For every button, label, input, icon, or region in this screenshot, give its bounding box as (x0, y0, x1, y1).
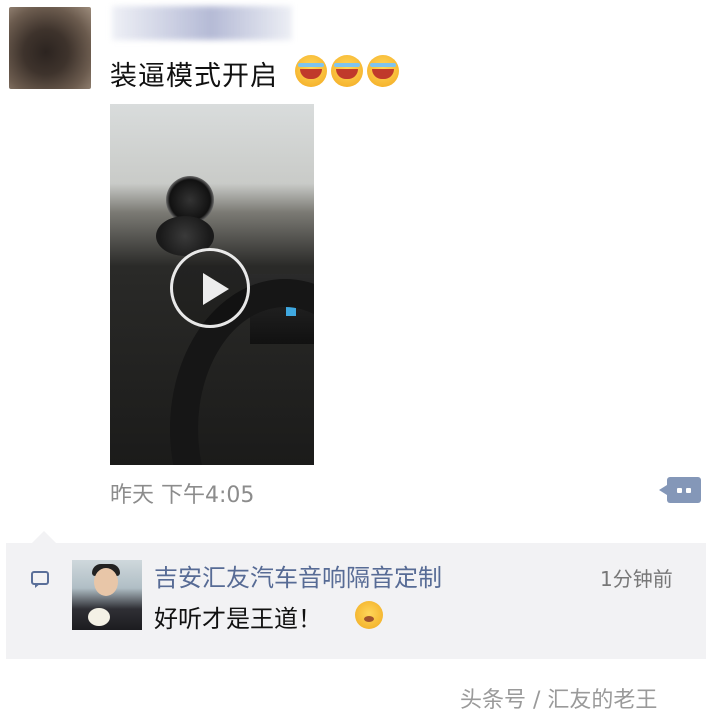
crying-laughing-icon (367, 55, 399, 87)
post-emoji-row (295, 55, 399, 87)
dot-icon (686, 488, 691, 493)
comment-icon (31, 571, 49, 588)
avatar-face-part (94, 568, 118, 596)
avatar-flowers-part (88, 608, 110, 626)
poster-avatar[interactable] (9, 7, 91, 89)
comment-text: 好听才是王道！ (154, 605, 322, 633)
comments-section: 吉安汇友汽车音响隔音定制 1分钟前 好听才是王道！ (6, 531, 706, 659)
crying-laughing-icon (295, 55, 327, 87)
commenter-avatar[interactable] (72, 560, 142, 630)
watermark: 头条号 / 汇友的老王 (460, 688, 658, 713)
crying-laughing-icon (331, 55, 363, 87)
commenter-name-link[interactable]: 吉安汇友汽车音响隔音定制 (154, 558, 442, 593)
comment-time: 1分钟前 (600, 567, 673, 591)
post-text: 装逼模式开启 (110, 61, 278, 92)
grin-icon (355, 601, 383, 629)
more-options-button[interactable] (659, 477, 701, 503)
dot-icon (677, 488, 682, 493)
post-timestamp: 昨天 下午4:05 (110, 483, 255, 508)
play-icon[interactable] (170, 248, 250, 328)
poster-name-blurred (112, 6, 292, 40)
